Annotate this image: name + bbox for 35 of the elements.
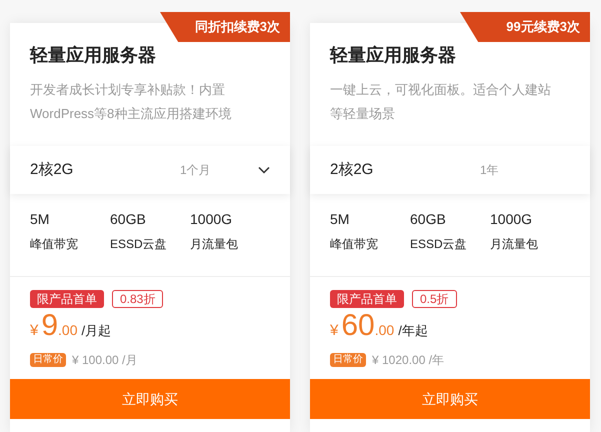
spec-value: 5M [30, 210, 50, 229]
discount-tag: 0.5折 [412, 290, 457, 308]
product-description: 一键上云，可视化面板。适合个人建站等轻量场景 [330, 81, 552, 123]
spec-value: 60GB [110, 210, 147, 229]
config-duration: 1个月 [180, 162, 212, 179]
regular-price-badge: 日常价 [30, 353, 66, 367]
regular-price-badge: 日常价 [330, 353, 366, 367]
product-title: 轻量应用服务器 [330, 44, 457, 67]
spec-value: 5M [330, 210, 350, 229]
config-select[interactable]: 2核2G 1个月 [10, 146, 290, 194]
discount-tag: 0.83折 [112, 290, 164, 308]
spec-value: 60GB [410, 210, 447, 229]
spec-label: 峰值带宽 [330, 236, 379, 253]
promo-tag: 限产品首单 [330, 290, 404, 308]
spec-label: 峰值带宽 [30, 236, 79, 253]
spec-label: ESSD云盘 [110, 236, 168, 253]
product-description: 开发者成长计划专享补贴款！内置WordPress等8种主流应用搭建环境 [30, 81, 232, 123]
config-select[interactable]: 2核2G 1年 [310, 146, 590, 194]
price: ¥60.00 /年起 [330, 310, 429, 344]
spec-label: 月流量包 [490, 236, 539, 253]
config-duration: 1年 [480, 162, 500, 179]
regular-price: ¥ 100.00 /月 [72, 352, 138, 369]
spec-label: 月流量包 [190, 236, 239, 253]
spec-label: ESSD云盘 [410, 236, 468, 253]
config-spec: 2核2G [330, 160, 374, 180]
spec-value: 1000G [490, 210, 534, 229]
ribbon-tag: 99元续费3次 [460, 12, 590, 42]
promo-tag: 限产品首单 [30, 290, 104, 308]
regular-price: ¥ 1020.00 /年 [372, 352, 444, 369]
price: ¥9.00 /月起 [30, 310, 112, 344]
product-title: 轻量应用服务器 [30, 44, 157, 67]
ribbon-tag: 同折扣续费3次 [160, 12, 290, 42]
chevron-down-icon [258, 166, 270, 174]
spec-value: 1000G [190, 210, 234, 229]
config-spec: 2核2G [30, 160, 74, 180]
